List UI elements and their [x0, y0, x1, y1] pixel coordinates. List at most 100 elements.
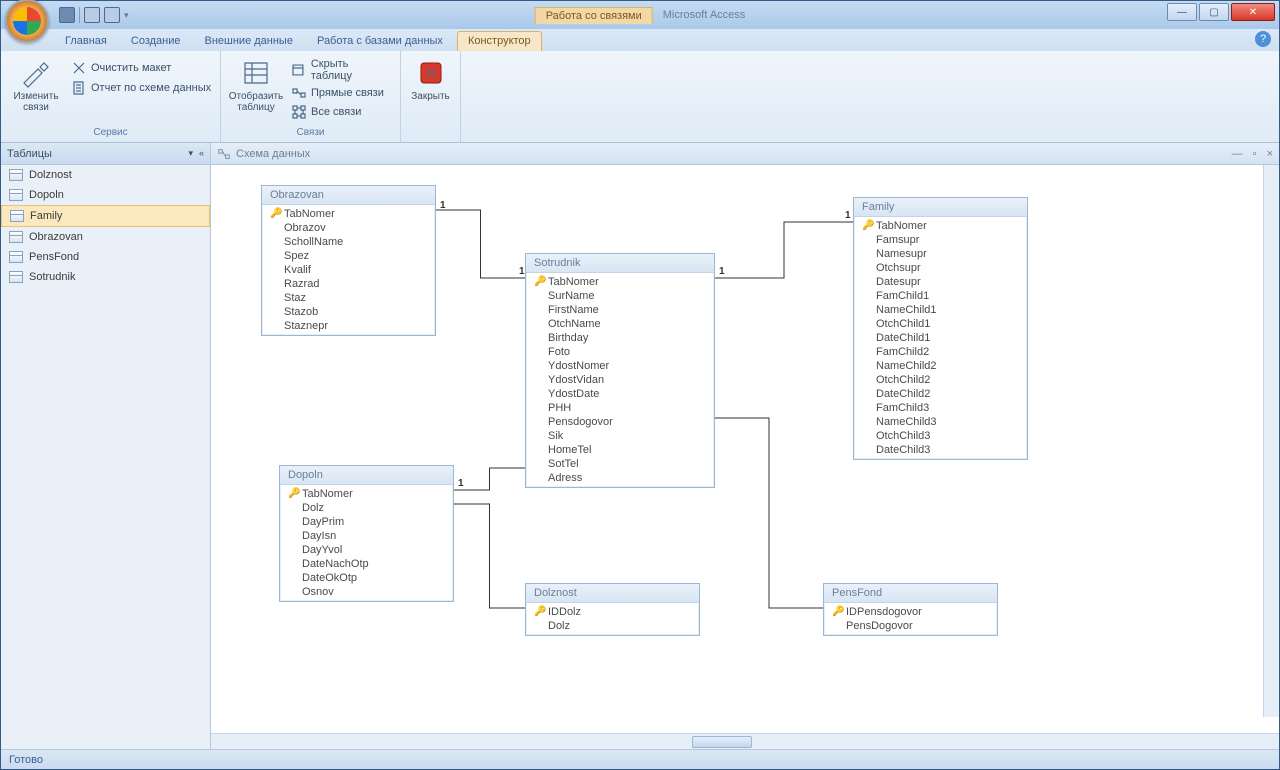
tab-external[interactable]: Внешние данные [195, 32, 303, 51]
field-row[interactable]: Spez [262, 249, 435, 263]
field-row[interactable]: OtchChild1 [854, 317, 1027, 331]
tab-database[interactable]: Работа с базами данных [307, 32, 453, 51]
field-row[interactable]: DayIsn [280, 529, 453, 543]
nav-item-obrazovan[interactable]: Obrazovan [1, 227, 210, 247]
field-row[interactable]: Stazob [262, 305, 435, 319]
entity-header[interactable]: Family [854, 198, 1027, 217]
field-row[interactable]: YdostVidan [526, 373, 714, 387]
minimize-button[interactable]: — [1167, 3, 1197, 21]
field-row[interactable]: FirstName [526, 303, 714, 317]
field-row[interactable]: PensDogovor [824, 619, 997, 633]
sub-minimize-icon[interactable]: — [1232, 148, 1243, 160]
field-row[interactable]: DayPrim [280, 515, 453, 529]
field-row[interactable]: OtchName [526, 317, 714, 331]
field-row[interactable]: Staz [262, 291, 435, 305]
field-row[interactable]: NameChild1 [854, 303, 1027, 317]
tab-home[interactable]: Главная [55, 32, 117, 51]
field-row[interactable]: DateChild3 [854, 443, 1027, 457]
entity-header[interactable]: Sotrudnik [526, 254, 714, 273]
field-row[interactable]: FamChild3 [854, 401, 1027, 415]
field-row[interactable]: SchollName [262, 235, 435, 249]
field-row[interactable]: 🔑IDPensdogovor [824, 605, 997, 619]
field-row[interactable]: 🔑TabNomer [854, 219, 1027, 233]
field-row[interactable]: HomeTel [526, 443, 714, 457]
field-row[interactable]: SotTel [526, 457, 714, 471]
field-row[interactable]: 🔑TabNomer [526, 275, 714, 289]
tab-create[interactable]: Создание [121, 32, 191, 51]
nav-item-pensfond[interactable]: PensFond [1, 247, 210, 267]
field-row[interactable]: Dolz [280, 501, 453, 515]
nav-dropdown-icon[interactable]: ▾ [188, 148, 193, 159]
nav-item-dopoln[interactable]: Dopoln [1, 185, 210, 205]
nav-item-family[interactable]: Family [1, 205, 210, 227]
field-row[interactable]: Birthday [526, 331, 714, 345]
field-row[interactable]: 🔑TabNomer [262, 207, 435, 221]
field-row[interactable]: DateNachOtp [280, 557, 453, 571]
field-row[interactable]: OtchChild3 [854, 429, 1027, 443]
nav-header[interactable]: Таблицы ▾ « [1, 143, 210, 165]
field-row[interactable]: DateOkOtp [280, 571, 453, 585]
qat-dropdown-icon[interactable]: ▾ [124, 10, 129, 21]
entity-header[interactable]: Dolznost [526, 584, 699, 603]
undo-icon[interactable] [84, 7, 100, 23]
close-design-button[interactable]: Закрыть [407, 55, 454, 104]
entity-pensfond[interactable]: PensFond 🔑IDPensdogovorPensDogovor [823, 583, 998, 636]
maximize-button[interactable]: ▢ [1199, 3, 1229, 21]
field-row[interactable]: Dolz [526, 619, 699, 633]
edit-relations-button[interactable]: Изменить связи [7, 55, 65, 115]
field-row[interactable]: Pensdogovor [526, 415, 714, 429]
entity-header[interactable]: Obrazovan [262, 186, 435, 205]
vertical-scrollbar[interactable] [1263, 165, 1279, 717]
redo-icon[interactable] [104, 7, 120, 23]
field-row[interactable]: Sik [526, 429, 714, 443]
nav-item-dolznost[interactable]: Dolznost [1, 165, 210, 185]
field-row[interactable]: РНН [526, 401, 714, 415]
field-row[interactable]: SurName [526, 289, 714, 303]
sub-close-icon[interactable]: × [1267, 148, 1273, 160]
tab-design[interactable]: Конструктор [457, 31, 542, 51]
field-row[interactable]: DateChild2 [854, 387, 1027, 401]
field-row[interactable]: Famsupr [854, 233, 1027, 247]
field-row[interactable]: FamChild1 [854, 289, 1027, 303]
field-row[interactable]: DateChild1 [854, 331, 1027, 345]
field-row[interactable]: Obrazov [262, 221, 435, 235]
help-icon[interactable]: ? [1255, 31, 1271, 47]
field-row[interactable]: YdostNomer [526, 359, 714, 373]
field-row[interactable]: Staznepr [262, 319, 435, 333]
horizontal-scrollbar[interactable] [211, 733, 1279, 749]
entity-dolznost[interactable]: Dolznost 🔑IDDolzDolz [525, 583, 700, 636]
sub-restore-icon[interactable]: ▫ [1253, 148, 1257, 160]
field-row[interactable]: FamChild2 [854, 345, 1027, 359]
field-row[interactable]: Foto [526, 345, 714, 359]
field-row[interactable]: Osnov [280, 585, 453, 599]
entity-sotrudnik[interactable]: Sotrudnik 🔑TabNomerSurNameFirstNameOtchNa… [525, 253, 715, 488]
all-relations-button[interactable]: Все связи [289, 103, 394, 121]
relationships-canvas[interactable]: Obrazovan🔑TabNomerObrazovSchollNameSpezK… [211, 165, 1279, 733]
field-row[interactable]: NameChild3 [854, 415, 1027, 429]
direct-relations-button[interactable]: Прямые связи [289, 84, 394, 102]
field-row[interactable]: OtchChild2 [854, 373, 1027, 387]
field-row[interactable]: Otchsupr [854, 261, 1027, 275]
field-row[interactable]: Namesupr [854, 247, 1027, 261]
nav-collapse-icon[interactable]: « [199, 148, 204, 159]
show-table-button[interactable]: Отобразить таблицу [227, 55, 285, 115]
entity-header[interactable]: PensFond [824, 584, 997, 603]
entity-dopoln[interactable]: Dopoln🔑TabNomerDolzDayPrimDayIsnDayYvolD… [279, 465, 454, 602]
field-row[interactable]: Razrad [262, 277, 435, 291]
field-row[interactable]: 🔑IDDolz [526, 605, 699, 619]
entity-obrazovan[interactable]: Obrazovan🔑TabNomerObrazovSchollNameSpezK… [261, 185, 436, 336]
field-row[interactable]: YdostDate [526, 387, 714, 401]
field-row[interactable]: Datesupr [854, 275, 1027, 289]
field-row[interactable]: 🔑TabNomer [280, 487, 453, 501]
save-icon[interactable] [59, 7, 75, 23]
hide-table-button[interactable]: Скрыть таблицу [289, 57, 394, 83]
entity-header[interactable]: Dopoln [280, 466, 453, 485]
field-row[interactable]: NameChild2 [854, 359, 1027, 373]
relationship-report-button[interactable]: Отчет по схеме данных [69, 79, 213, 97]
nav-item-sotrudnik[interactable]: Sotrudnik [1, 267, 210, 287]
close-button[interactable]: ✕ [1231, 3, 1275, 21]
office-button[interactable] [5, 0, 49, 43]
clear-layout-button[interactable]: Очистить макет [69, 59, 213, 77]
field-row[interactable]: DayYvol [280, 543, 453, 557]
entity-family[interactable]: Family🔑TabNomerFamsuprNamesuprOtchsuprDa… [853, 197, 1028, 460]
